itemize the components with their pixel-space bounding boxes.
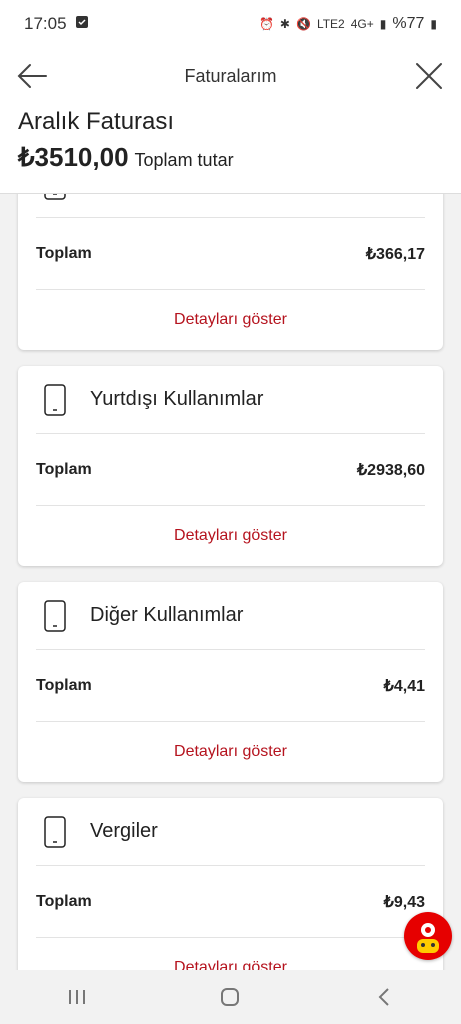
network-label: 4G+ [350,17,374,31]
card-title: Diğer Kullanımlar [90,604,244,626]
system-nav-bar [0,970,461,1024]
total-row: Toplam ₺4,41 [36,650,425,722]
total-label: Toplam [36,676,92,694]
phone-icon [44,383,66,416]
bill-header: Aralık Faturası ₺3510,00 Toplam tutar [0,104,461,194]
notification-icon [75,14,89,34]
home-button[interactable] [210,982,250,1012]
back-button[interactable] [16,62,48,90]
card-header: Yurtdışı Kullanımlar [36,366,425,434]
card-header [36,194,425,218]
assistant-bot-button[interactable] [404,912,452,960]
app-bar: Faturalarım [0,48,461,104]
close-icon [416,63,442,89]
battery-percent: %77 [392,15,425,32]
battery-icon: ▮ [430,17,437,31]
total-value: ₺2938,60 [356,461,425,479]
details-button[interactable]: Detayları göster [18,290,443,350]
usage-card: Yurtdışı Kullanımlar Toplam ₺2938,60 Det… [18,366,443,566]
details-button[interactable]: Detayları göster [18,722,443,782]
back-nav-button[interactable] [364,982,404,1012]
status-left: 17:05 [24,14,89,34]
assistant-bot-icon [405,913,451,959]
total-row: Toplam ₺2938,60 [36,434,425,506]
mute-icon: 🔇 [295,17,311,31]
recent-apps-button[interactable] [57,982,97,1012]
card-header: Vergiler [36,798,425,866]
status-right: ⏰ ✱ 🔇 LTE2 4G+ ▮ %77 ▮ [259,15,437,33]
card-title: Vergiler [90,820,158,842]
bill-content[interactable]: Toplam ₺366,17 Detayları göster Yurtdışı… [0,194,461,970]
lte-label: LTE2 [316,17,345,31]
total-value: ₺366,17 [365,245,425,263]
home-icon [221,988,240,1006]
alarm-icon: ⏰ [258,17,274,31]
total-row: Toplam ₺366,17 [36,218,425,290]
signal-icon: ▮ [379,17,387,31]
total-value: ₺4,41 [383,677,425,695]
total-label: Toplam [36,244,92,262]
usage-card: Diğer Kullanımlar Toplam ₺4,41 Detayları… [18,582,443,782]
page-title: Faturalarım [184,65,277,86]
card-title: Yurtdışı Kullanımlar [90,388,264,410]
bill-title: Aralık Faturası [18,108,175,135]
phone-icon [44,194,66,200]
total-value: ₺9,43 [383,893,425,911]
phone-icon [44,815,66,848]
close-button[interactable] [413,60,445,92]
arrow-left-icon [17,64,47,88]
total-label: Toplam [36,460,92,478]
total-row: Toplam ₺9,43 [36,866,425,938]
amount-row: ₺3510,00 Toplam tutar [18,142,443,173]
usage-card: Vergiler Toplam ₺9,43 Detayları göster [18,798,443,970]
details-button[interactable]: Detayları göster [18,506,443,566]
total-label: Toplam [36,892,92,910]
total-amount-label: Toplam tutar [134,150,234,170]
recent-apps-icon [68,990,85,1004]
card-header: Diğer Kullanımlar [36,582,425,650]
phone-icon [44,599,66,632]
total-amount: ₺3510,00 [18,142,129,172]
chevron-left-icon [378,988,389,1006]
bluetooth-icon: ✱ [279,17,290,31]
usage-card: Toplam ₺366,17 Detayları göster [18,194,443,350]
status-bar: 17:05 ⏰ ✱ 🔇 LTE2 4G+ ▮ %77 ▮ [0,0,461,48]
clock: 17:05 [24,14,67,33]
details-button[interactable]: Detayları göster [18,938,443,970]
